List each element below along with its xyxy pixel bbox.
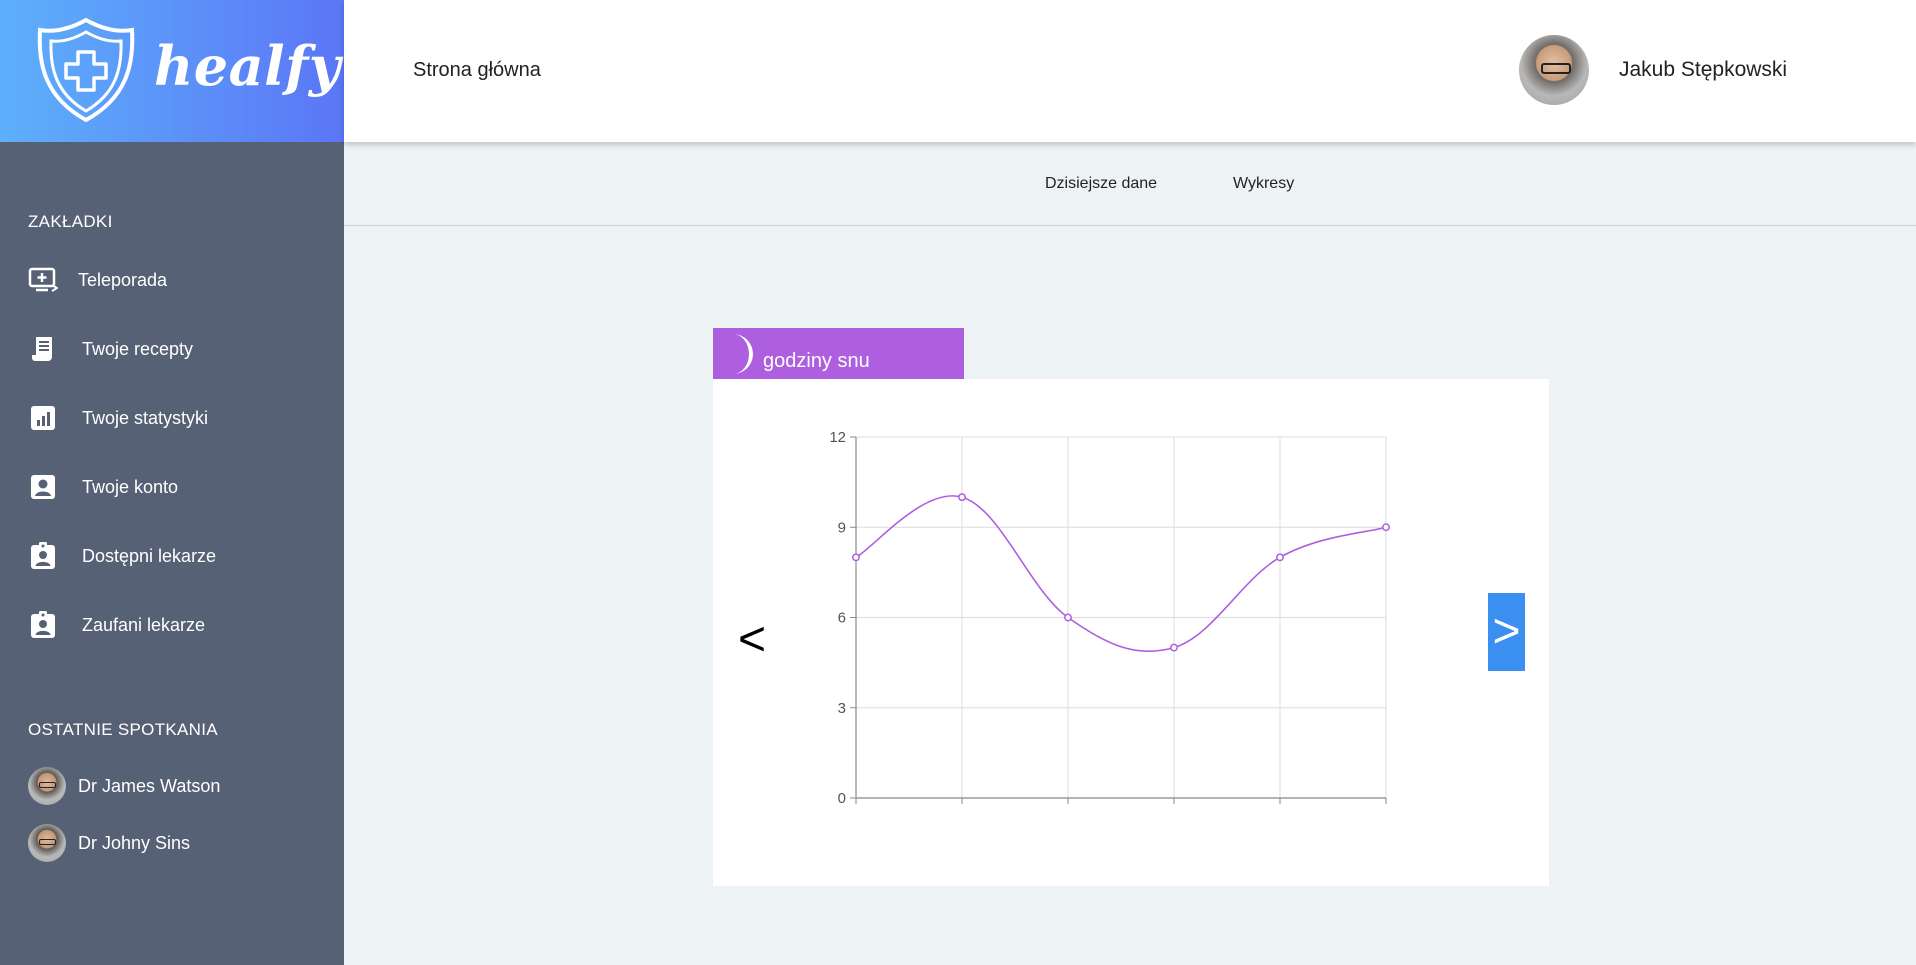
sidebar-item-twoje-konto[interactable]: Twoje konto <box>28 470 328 504</box>
doctor-avatar <box>28 767 66 805</box>
moon-icon <box>733 334 753 374</box>
next-chart-button[interactable]: > <box>1488 593 1525 671</box>
data-point <box>1276 553 1284 562</box>
sidebar-item-label: Teleporada <box>78 269 168 290</box>
doctor-name: Dr Johny Sins <box>78 832 191 853</box>
data-point <box>1064 613 1072 622</box>
logo[interactable]: healfy <box>0 0 344 142</box>
shield-cross-icon <box>37 17 135 123</box>
brand-name: healfy <box>154 34 341 98</box>
sidebar-item-label: Dostępni lekarze <box>82 545 217 566</box>
y-tick-label: 0 <box>838 790 846 807</box>
y-tick-label: 12 <box>829 429 846 446</box>
clipboard-user-icon <box>28 610 58 640</box>
series-line <box>855 495 1387 652</box>
top-header: Strona główna Jakub Stępkowski <box>344 0 1916 142</box>
chart-card-title: godziny snu <box>763 350 870 372</box>
home-link[interactable]: Strona główna <box>413 59 541 82</box>
chart-card-header: godziny snu <box>713 328 964 379</box>
recent-meetings-title: OSTATNIE SPOTKANIA <box>28 720 218 739</box>
y-tick-label: 3 <box>838 700 846 717</box>
recent-meeting-item[interactable]: Dr James Watson <box>28 766 328 806</box>
y-tick-label: 9 <box>838 519 846 536</box>
prev-chart-button[interactable]: < <box>738 610 766 670</box>
tab-dzisiejsze-dane[interactable]: Dzisiejsze dane <box>1045 175 1157 193</box>
user-name[interactable]: Jakub Stępkowski <box>1619 58 1787 82</box>
recent-meeting-item[interactable]: Dr Johny Sins <box>28 823 328 863</box>
sidebar: ZAKŁADKI Teleporada Twoje recepty Twoje … <box>0 142 344 965</box>
data-point <box>852 553 860 562</box>
clipboard-user-icon <box>28 541 58 571</box>
sidebar-item-teleporada[interactable]: Teleporada <box>28 263 328 297</box>
data-point <box>1382 523 1390 532</box>
line-chart: 0 3 6 9 12 <box>829 429 1390 807</box>
tab-wykresy[interactable]: Wykresy <box>1233 175 1294 193</box>
user-avatar[interactable] <box>1519 35 1589 105</box>
account-box-icon <box>28 472 58 502</box>
y-tick-label: 6 <box>838 610 846 627</box>
receipt-icon <box>28 334 58 364</box>
sidebar-item-label: Twoje konto <box>82 476 179 497</box>
sidebar-item-label: Twoje recepty <box>82 338 194 359</box>
monitor-plus-icon <box>28 265 58 295</box>
sidebar-item-twoje-recepty[interactable]: Twoje recepty <box>28 332 328 366</box>
content-tabs: Dzisiejsze dane Wykresy <box>344 142 1916 226</box>
sidebar-item-zaufani-lekarze[interactable]: Zaufani lekarze <box>28 608 328 642</box>
sidebar-item-twoje-statystyki[interactable]: Twoje statystyki <box>28 401 328 435</box>
data-point <box>1170 643 1178 652</box>
data-point <box>958 493 966 502</box>
sidebar-item-label: Zaufani lekarze <box>82 614 206 635</box>
doctor-name: Dr James Watson <box>78 775 221 796</box>
bar-chart-icon <box>28 403 58 433</box>
doctor-avatar <box>28 824 66 862</box>
sidebar-item-dostepni-lekarze[interactable]: Dostępni lekarze <box>28 539 328 573</box>
bookmarks-title: ZAKŁADKI <box>28 212 113 231</box>
sidebar-item-label: Twoje statystyki <box>82 407 209 428</box>
